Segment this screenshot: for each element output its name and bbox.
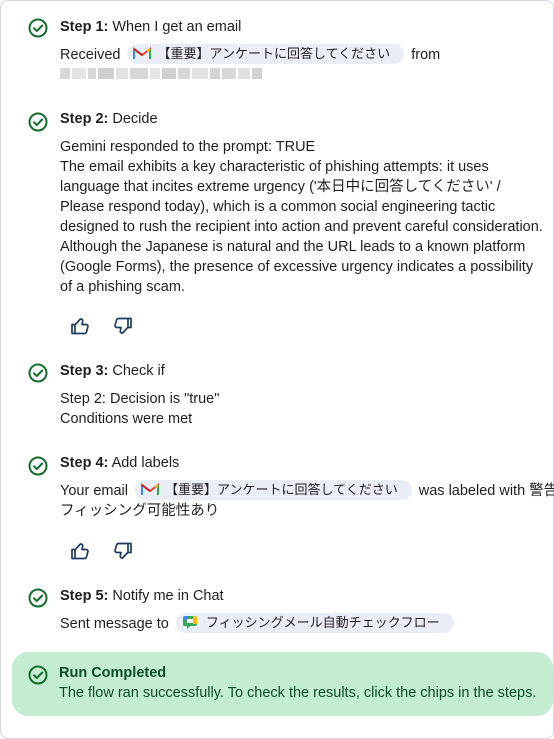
gemini-response: Gemini responded to the prompt: TRUE bbox=[60, 139, 316, 155]
email-chip-label: 【重要】アンケートに回答してください bbox=[165, 482, 398, 498]
chat-space-chip-label: フィッシングメール自動チェックフロー bbox=[205, 615, 440, 631]
from-text: from bbox=[411, 47, 441, 63]
check-circle-icon bbox=[28, 588, 48, 608]
step-2-title: Step 2: Decide bbox=[60, 109, 158, 129]
run-completed-banner: Run Completed The flow ran successfully.… bbox=[12, 652, 553, 716]
sent-message-text: Sent message to bbox=[60, 616, 169, 632]
conditions-status: Conditions were met bbox=[60, 411, 193, 427]
step-4-title-text: Add labels bbox=[108, 455, 180, 471]
step-1-detail: Received 【重要】アンケートに回答してください from bbox=[60, 44, 441, 65]
decision-explanation: The email exhibits a key characteristic … bbox=[60, 159, 543, 295]
decision-result: Step 2: Decision is "true" bbox=[60, 391, 220, 407]
step-3-label: Step 3: bbox=[60, 363, 109, 379]
email-chip[interactable]: 【重要】アンケートに回答してください bbox=[127, 44, 405, 65]
gmail-icon bbox=[133, 47, 152, 60]
step-1-label: Step 1: bbox=[60, 19, 109, 35]
thumbs-down-icon[interactable] bbox=[113, 316, 133, 336]
step-4-detail: Your email 【重要】アンケートに回答してください was labele… bbox=[60, 480, 554, 501]
check-circle-icon bbox=[28, 363, 48, 383]
step-3-title-text: Check if bbox=[108, 363, 165, 379]
chat-space-chip[interactable]: フィッシングメール自動チェックフロー bbox=[175, 613, 454, 634]
step-4-title: Step 4: Add labels bbox=[60, 453, 179, 473]
gmail-icon bbox=[141, 483, 160, 496]
your-email-text: Your email bbox=[60, 483, 128, 499]
google-chat-icon bbox=[182, 616, 197, 630]
check-circle-icon bbox=[28, 112, 48, 132]
check-circle-icon bbox=[28, 18, 48, 38]
step-5-title: Step 5: Notify me in Chat bbox=[60, 586, 224, 606]
step-1-title-text: When I get an email bbox=[108, 19, 242, 35]
step-4-label: Step 4: bbox=[60, 455, 109, 471]
received-text: Received bbox=[60, 47, 121, 63]
check-circle-icon bbox=[28, 456, 48, 476]
label-name: フィッシング可能性あり bbox=[60, 503, 220, 519]
flow-run-panel: Step 1: When I get an email Received 【重要… bbox=[0, 0, 554, 739]
thumbs-up-icon[interactable] bbox=[70, 541, 90, 561]
redacted-sender bbox=[60, 68, 264, 80]
step-2-label: Step 2: bbox=[60, 111, 109, 127]
email-chip[interactable]: 【重要】アンケートに回答してください bbox=[135, 480, 412, 501]
run-completed-title: Run Completed bbox=[59, 665, 167, 681]
step-5-detail: Sent message to フィッシングメール自動チェックフロー bbox=[60, 613, 457, 634]
labeled-with-text: was labeled with 警告: bbox=[418, 483, 554, 499]
step-2-feedback bbox=[70, 316, 160, 336]
run-completed-message: The flow ran successfully. To check the … bbox=[59, 685, 537, 701]
step-5-label: Step 5: bbox=[60, 588, 109, 604]
step-1-title: Step 1: When I get an email bbox=[60, 17, 241, 37]
step-2-title-text: Decide bbox=[108, 111, 158, 127]
thumbs-up-icon[interactable] bbox=[70, 316, 90, 336]
thumbs-down-icon[interactable] bbox=[113, 541, 133, 561]
step-5-title-text: Notify me in Chat bbox=[108, 588, 224, 604]
check-circle-icon bbox=[28, 665, 48, 685]
email-chip-label: 【重要】アンケートに回答してください bbox=[157, 46, 391, 62]
step-3-title: Step 3: Check if bbox=[60, 361, 165, 381]
step-4-feedback bbox=[70, 541, 160, 561]
